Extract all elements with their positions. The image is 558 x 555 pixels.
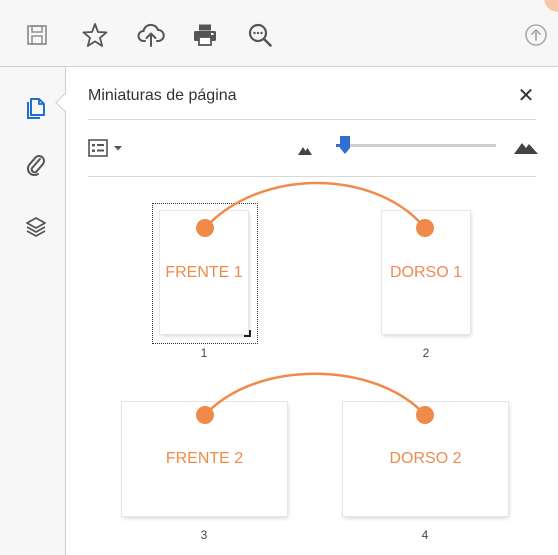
chevron-down-icon: [114, 146, 122, 151]
cloud-upload-icon[interactable]: [136, 20, 166, 50]
page-thumbnails-icon[interactable]: [22, 93, 50, 121]
page-thumbnail[interactable]: FRENTE 2: [122, 402, 287, 516]
upload-arrow-icon[interactable]: [521, 20, 551, 50]
page-number: 3: [200, 528, 208, 542]
thumbnail-options-button[interactable]: [88, 137, 130, 159]
divider: [88, 176, 536, 177]
page-thumbnail[interactable]: DORSO 1: [382, 211, 470, 334]
save-icon[interactable]: [22, 20, 52, 50]
attachment-icon[interactable]: [22, 151, 50, 179]
divider: [88, 119, 536, 120]
close-button[interactable]: ✕: [514, 83, 538, 107]
print-icon[interactable]: [190, 20, 220, 50]
zoom-slider-track[interactable]: [336, 144, 496, 147]
page-number: 4: [421, 528, 429, 542]
zoom-slider-thumb[interactable]: [340, 136, 350, 154]
panel-title: Miniaturas de página: [88, 87, 237, 104]
zoom-small-icon[interactable]: [298, 145, 312, 155]
page-label: FRENTE 2: [165, 450, 244, 467]
left-nav-rail: [0, 67, 66, 555]
page-number: 2: [422, 346, 430, 360]
zoom-out-icon[interactable]: [245, 20, 275, 50]
star-icon[interactable]: [80, 20, 110, 50]
page-thumbnail[interactable]: DORSO 2: [343, 402, 508, 516]
list-options-icon: [88, 139, 108, 157]
page-label: DORSO 1: [389, 263, 462, 281]
page-number: 1: [200, 346, 208, 360]
layers-icon[interactable]: [22, 213, 50, 241]
zoom-large-icon[interactable]: [514, 140, 538, 154]
page-label: FRENTE 1: [165, 263, 243, 281]
page-label: DORSO 2: [389, 450, 462, 467]
corner-accent: [544, 0, 558, 12]
page-thumbnail[interactable]: FRENTE 1: [160, 211, 248, 334]
top-toolbar: [0, 0, 558, 67]
